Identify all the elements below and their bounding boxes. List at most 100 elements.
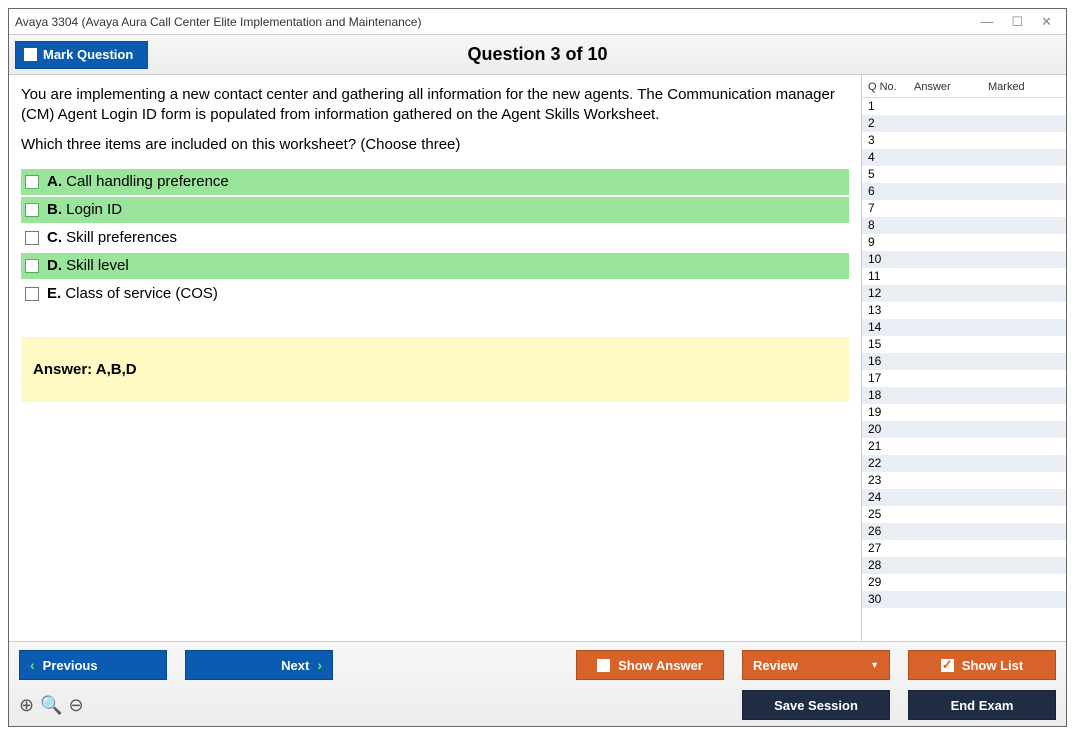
titlebar: Avaya 3304 (Avaya Aura Call Center Elite… <box>9 9 1066 35</box>
question-number: 6 <box>868 183 914 200</box>
answer-label: E. Class of service (COS) <box>47 285 218 302</box>
answer-checkbox[interactable] <box>25 231 39 245</box>
review-button[interactable]: Review ▼ <box>742 650 890 680</box>
answer-option[interactable]: C. Skill preferences <box>21 225 849 251</box>
question-number: 11 <box>868 268 914 285</box>
question-answer-cell <box>914 302 988 319</box>
question-list-row[interactable]: 21 <box>862 438 1066 455</box>
col-answer: Answer <box>914 81 988 93</box>
question-number: 4 <box>868 149 914 166</box>
review-label: Review <box>753 658 798 673</box>
question-marked-cell <box>988 302 1062 319</box>
show-answer-button[interactable]: Show Answer <box>576 650 724 680</box>
question-number: 15 <box>868 336 914 353</box>
question-answer-cell <box>914 319 988 336</box>
answer-checkbox[interactable] <box>25 259 39 273</box>
question-number: 23 <box>868 472 914 489</box>
question-marked-cell <box>988 319 1062 336</box>
question-number: 5 <box>868 166 914 183</box>
question-answer-cell <box>914 149 988 166</box>
question-answer-cell <box>914 404 988 421</box>
previous-label: Previous <box>43 658 98 673</box>
question-list-row[interactable]: 11 <box>862 268 1066 285</box>
question-list-row[interactable]: 14 <box>862 319 1066 336</box>
show-list-button[interactable]: Show List <box>908 650 1056 680</box>
answer-checkbox[interactable] <box>25 175 39 189</box>
close-icon[interactable]: ✕ <box>1041 14 1052 30</box>
question-list-row[interactable]: 28 <box>862 557 1066 574</box>
save-session-button[interactable]: Save Session <box>742 690 890 720</box>
answer-option[interactable]: B. Login ID <box>21 197 849 223</box>
question-answer-cell <box>914 387 988 404</box>
answer-option[interactable]: D. Skill level <box>21 253 849 279</box>
question-list-row[interactable]: 3 <box>862 132 1066 149</box>
question-number: 18 <box>868 387 914 404</box>
question-list-row[interactable]: 15 <box>862 336 1066 353</box>
checkbox-icon <box>597 659 610 672</box>
question-list-row[interactable]: 20 <box>862 421 1066 438</box>
question-answer-cell <box>914 506 988 523</box>
question-marked-cell <box>988 268 1062 285</box>
dropdown-icon: ▼ <box>870 660 879 670</box>
question-marked-cell <box>988 149 1062 166</box>
question-answer-cell <box>914 285 988 302</box>
question-list-row[interactable]: 13 <box>862 302 1066 319</box>
question-list-row[interactable]: 17 <box>862 370 1066 387</box>
question-list-row[interactable]: 22 <box>862 455 1066 472</box>
show-list-label: Show List <box>962 658 1023 673</box>
question-marked-cell <box>988 540 1062 557</box>
question-answer-cell <box>914 455 988 472</box>
end-exam-button[interactable]: End Exam <box>908 690 1056 720</box>
question-list-row[interactable]: 19 <box>862 404 1066 421</box>
question-answer-cell <box>914 472 988 489</box>
question-list-row[interactable]: 8 <box>862 217 1066 234</box>
mark-question-button[interactable]: Mark Question <box>15 41 148 69</box>
question-marked-cell <box>988 404 1062 421</box>
end-exam-label: End Exam <box>951 698 1014 713</box>
zoom-in-icon[interactable]: ⊕ <box>19 695 34 716</box>
question-marked-cell <box>988 472 1062 489</box>
question-list-row[interactable]: 29 <box>862 574 1066 591</box>
question-list-row[interactable]: 7 <box>862 200 1066 217</box>
question-list-row[interactable]: 16 <box>862 353 1066 370</box>
question-list-row[interactable]: 30 <box>862 591 1066 608</box>
minimize-icon[interactable]: — <box>980 14 993 30</box>
question-marked-cell <box>988 557 1062 574</box>
question-number: 28 <box>868 557 914 574</box>
question-list-row[interactable]: 5 <box>862 166 1066 183</box>
previous-button[interactable]: ‹ Previous <box>19 650 167 680</box>
question-list-row[interactable]: 2 <box>862 115 1066 132</box>
question-list-row[interactable]: 24 <box>862 489 1066 506</box>
maximize-icon[interactable]: ☐ <box>1011 14 1023 30</box>
question-list-row[interactable]: 18 <box>862 387 1066 404</box>
question-marked-cell <box>988 132 1062 149</box>
question-list-row[interactable]: 9 <box>862 234 1066 251</box>
zoom-reset-icon[interactable]: 🔍 <box>40 695 62 716</box>
answer-checkbox[interactable] <box>25 287 39 301</box>
answer-checkbox[interactable] <box>25 203 39 217</box>
question-answer-cell <box>914 438 988 455</box>
next-button[interactable]: Next › <box>185 650 333 680</box>
question-list-row[interactable]: 12 <box>862 285 1066 302</box>
zoom-out-icon[interactable]: ⊖ <box>69 695 84 716</box>
question-number: 24 <box>868 489 914 506</box>
question-number: 2 <box>868 115 914 132</box>
question-list-row[interactable]: 26 <box>862 523 1066 540</box>
checkbox-icon <box>24 48 37 61</box>
question-list-row[interactable]: 6 <box>862 183 1066 200</box>
question-list-row[interactable]: 4 <box>862 149 1066 166</box>
question-number: 13 <box>868 302 914 319</box>
question-list-row[interactable]: 1 <box>862 98 1066 115</box>
question-number: 25 <box>868 506 914 523</box>
question-list-row[interactable]: 10 <box>862 251 1066 268</box>
question-list-row[interactable]: 23 <box>862 472 1066 489</box>
question-number: 12 <box>868 285 914 302</box>
question-list-row[interactable]: 27 <box>862 540 1066 557</box>
answer-option[interactable]: A. Call handling preference <box>21 169 849 195</box>
question-body-2: Which three items are included on this w… <box>21 136 849 153</box>
question-list[interactable]: 1234567891011121314151617181920212223242… <box>862 98 1066 641</box>
question-list-row[interactable]: 25 <box>862 506 1066 523</box>
answer-label: D. Skill level <box>47 257 129 274</box>
answer-option[interactable]: E. Class of service (COS) <box>21 281 849 307</box>
question-marked-cell <box>988 115 1062 132</box>
